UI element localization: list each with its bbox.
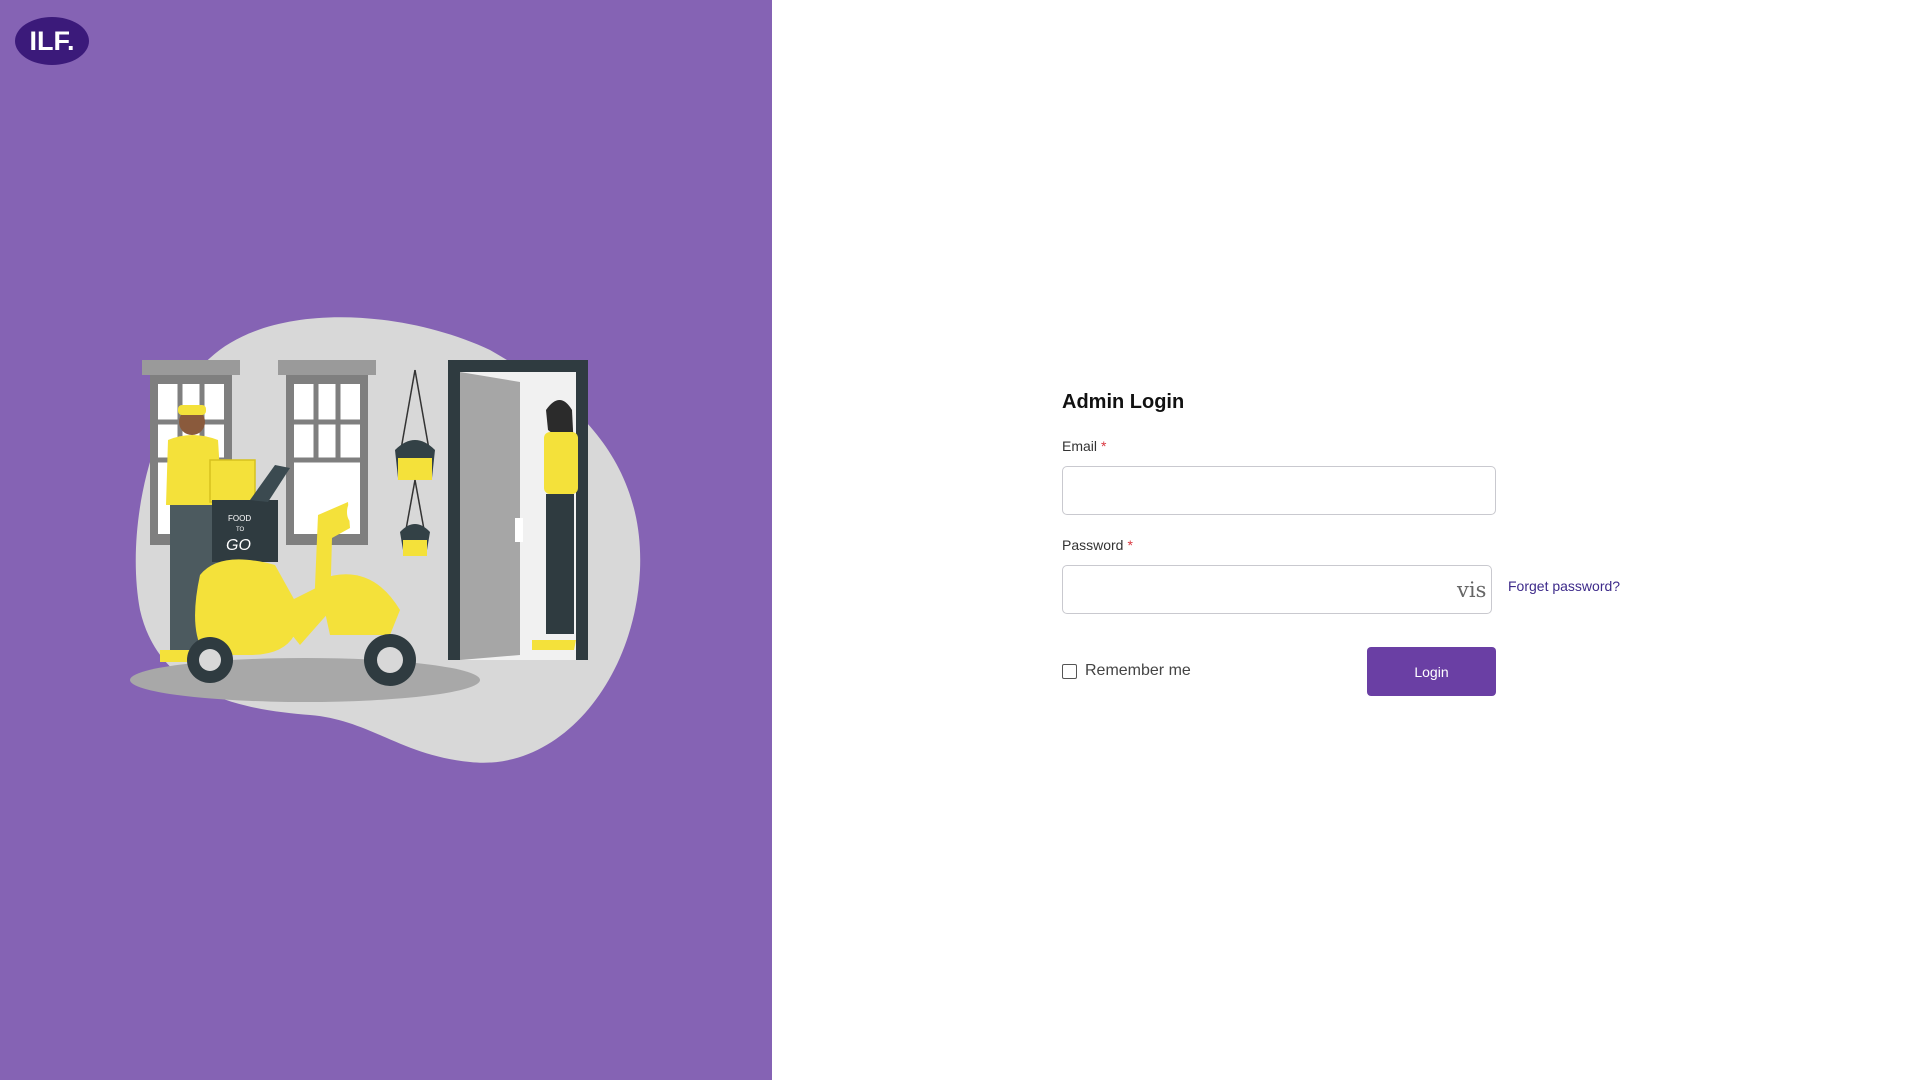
password-field[interactable] <box>1062 565 1492 614</box>
page-title: Admin Login <box>1062 391 1185 413</box>
required-mark: * <box>1101 438 1107 454</box>
login-form: Admin Login Email * Password * vis Forget … <box>1062 388 1622 696</box>
delivery-illustration: FOOD TO GO <box>130 317 641 763</box>
box-label-to: TO <box>236 527 245 533</box>
checkbox-icon[interactable] <box>1062 663 1077 679</box>
remember-me-label: Remember me <box>1085 662 1191 679</box>
form-actions: Remember me Login <box>1062 647 1622 696</box>
brand-panel: ILF. FOOD TO GO <box>0 0 772 1080</box>
password-label-text: Password <box>1062 537 1124 553</box>
ilf-logo: ILF. <box>15 17 89 65</box>
email-label-text: Email <box>1062 438 1098 454</box>
login-panel: Admin Login Email * Password * vis Forget … <box>772 0 1920 1080</box>
logo-text: ILF. <box>30 26 75 56</box>
email-label: Email * <box>1062 436 1622 456</box>
visibility-toggle-icon[interactable]: vis <box>1457 579 1486 601</box>
forgot-password-link[interactable]: Forget password? <box>1508 578 1620 594</box>
remember-me-checkbox[interactable]: Remember me <box>1062 662 1191 680</box>
login-button[interactable]: Login <box>1367 647 1496 696</box>
password-row: vis Forget password? <box>1062 565 1622 614</box>
email-field[interactable] <box>1062 466 1496 515</box>
box-label-go: GO <box>226 537 251 554</box>
required-mark: * <box>1127 537 1133 553</box>
box-label-food: FOOD <box>228 514 251 523</box>
password-label: Password * <box>1062 535 1622 555</box>
